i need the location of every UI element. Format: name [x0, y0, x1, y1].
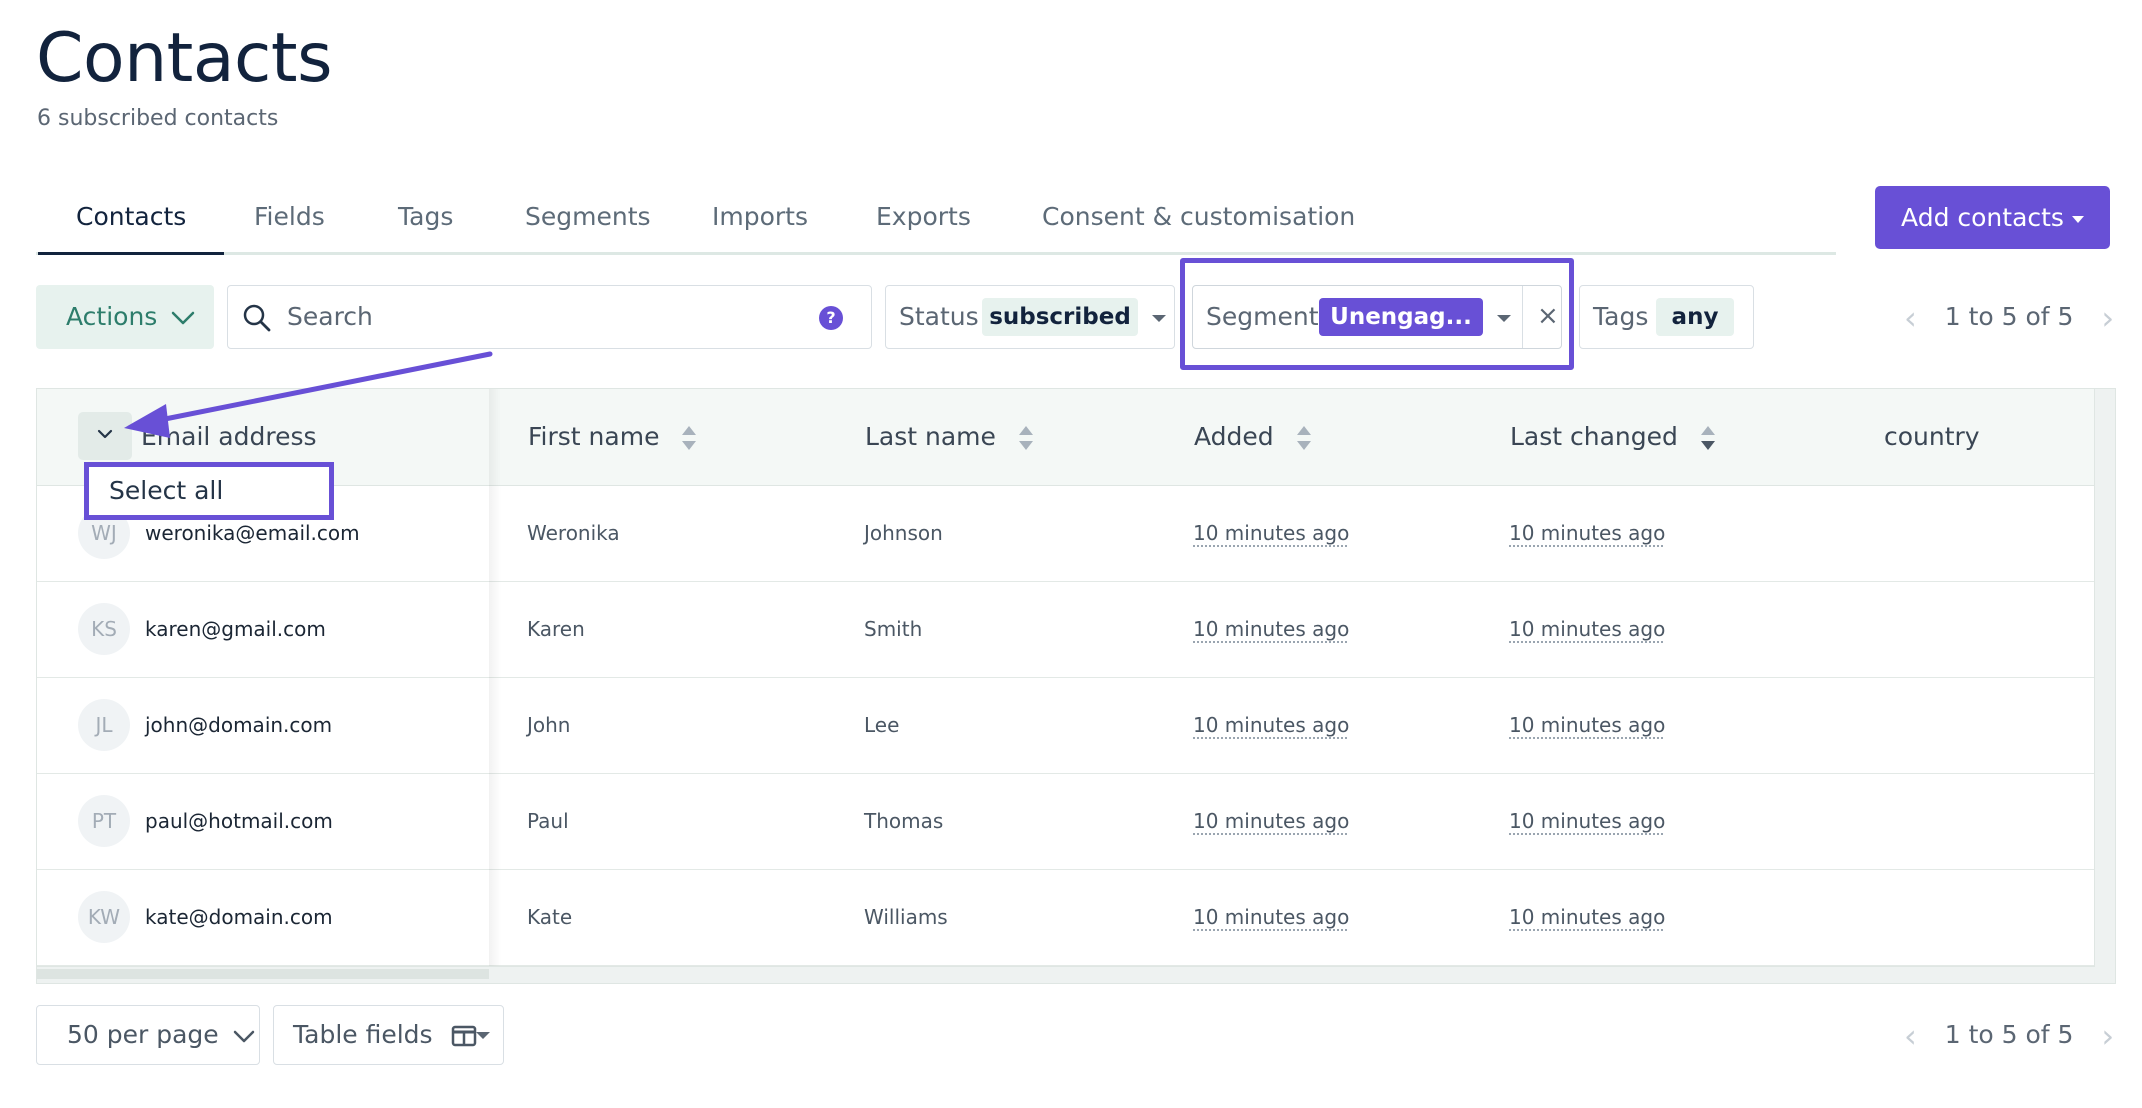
contact-added: 10 minutes ago	[1193, 521, 1350, 545]
contact-first-name: Paul	[527, 809, 569, 833]
column-first-name[interactable]: First name	[528, 389, 697, 485]
contact-last-name: Williams	[864, 905, 948, 929]
table-row[interactable]: KW kate@domain.com Kate Williams 10 minu…	[37, 869, 2095, 966]
contact-email[interactable]: karen@gmail.com	[145, 581, 326, 677]
add-contacts-button[interactable]: Add contacts	[1875, 186, 2110, 249]
tab-consent[interactable]: Consent & customisation	[1042, 186, 1355, 252]
tab-contacts[interactable]: Contacts	[37, 186, 225, 255]
contact-added: 10 minutes ago	[1193, 713, 1350, 737]
tab-tags[interactable]: Tags	[398, 186, 453, 252]
column-added-label: Added	[1194, 422, 1274, 451]
caret-down-icon	[2071, 215, 2084, 223]
contact-email[interactable]: paul@hotmail.com	[145, 773, 333, 869]
search-box[interactable]: Search ?	[227, 285, 872, 349]
contact-added: 10 minutes ago	[1193, 617, 1350, 641]
tab-bar: Contacts Fields Tags Segments Imports Ex…	[36, 186, 1836, 255]
contact-first-name: Kate	[527, 905, 573, 929]
column-last-changed-label: Last changed	[1510, 422, 1678, 451]
table-fields-label: Table fields	[293, 1020, 433, 1049]
chevron-down-icon	[172, 311, 195, 325]
help-icon[interactable]: ?	[819, 306, 843, 330]
search-input[interactable]: Search	[287, 286, 373, 348]
tab-fields[interactable]: Fields	[254, 186, 325, 252]
contact-last-name: Smith	[864, 617, 923, 641]
contact-email[interactable]: john@domain.com	[145, 677, 332, 773]
column-last-changed[interactable]: Last changed	[1510, 389, 1716, 485]
page-title: Contacts	[36, 19, 333, 98]
contact-last-name: Johnson	[864, 521, 943, 545]
sort-icon	[1700, 426, 1715, 450]
chevron-right-icon[interactable]: ›	[2101, 1006, 2114, 1066]
pagination-text: 1 to 5 of 5	[1944, 1020, 2074, 1049]
vertical-scrollbar[interactable]	[2094, 389, 2115, 983]
contacts-table: Email address First name Last name Added…	[36, 388, 2116, 984]
table-row[interactable]: KS karen@gmail.com Karen Smith 10 minute…	[37, 581, 2095, 678]
bottom-pagination: ‹ 1 to 5 of 5 ›	[1904, 1005, 2114, 1066]
avatar: PT	[78, 795, 130, 847]
add-contacts-label: Add contacts	[1901, 203, 2064, 232]
tab-exports[interactable]: Exports	[876, 186, 971, 252]
column-first-name-label: First name	[528, 422, 660, 451]
tags-filter-value: any	[1656, 298, 1734, 336]
top-pagination: ‹ 1 to 5 of 5 ›	[1904, 285, 2114, 350]
column-last-name-label: Last name	[865, 422, 996, 451]
contact-first-name: Karen	[527, 617, 585, 641]
contact-added: 10 minutes ago	[1193, 905, 1350, 929]
caret-down-icon	[476, 1032, 490, 1039]
select-all-option[interactable]: Select all	[84, 462, 334, 520]
contacts-page: Contacts 6 subscribed contacts Contacts …	[0, 0, 2142, 1108]
table-row[interactable]: PT paul@hotmail.com Paul Thomas 10 minut…	[37, 773, 2095, 870]
caret-down-icon	[1152, 315, 1166, 322]
contact-added: 10 minutes ago	[1193, 809, 1350, 833]
chevron-left-icon[interactable]: ‹	[1904, 1006, 1917, 1066]
sticky-column-shadow	[489, 389, 501, 983]
chevron-left-icon[interactable]: ‹	[1904, 286, 1917, 350]
contact-last-changed: 10 minutes ago	[1509, 905, 1666, 929]
actions-label: Actions	[66, 302, 158, 331]
contact-last-changed: 10 minutes ago	[1509, 713, 1666, 737]
contact-first-name: Weronika	[527, 521, 620, 545]
table-row[interactable]: JL john@domain.com John Lee 10 minutes a…	[37, 677, 2095, 774]
tab-imports[interactable]: Imports	[712, 186, 808, 252]
column-country[interactable]: country	[1884, 389, 1980, 485]
select-dropdown-button[interactable]	[78, 412, 132, 460]
tab-segments[interactable]: Segments	[525, 186, 651, 252]
segment-filter-highlight	[1180, 258, 1574, 370]
column-added[interactable]: Added	[1194, 389, 1312, 485]
contact-email[interactable]: kate@domain.com	[145, 869, 333, 965]
search-icon	[243, 304, 271, 332]
chevron-right-icon[interactable]: ›	[2101, 286, 2114, 350]
contact-last-name: Lee	[864, 713, 900, 737]
chevron-down-icon	[97, 429, 113, 439]
avatar: JL	[78, 699, 130, 751]
tags-filter[interactable]: Tags any	[1579, 285, 1754, 349]
contact-last-changed: 10 minutes ago	[1509, 809, 1666, 833]
sort-icon	[682, 426, 697, 450]
table-header: Email address First name Last name Added…	[37, 389, 2095, 486]
page-subtitle: 6 subscribed contacts	[37, 106, 279, 131]
contact-last-changed: 10 minutes ago	[1509, 521, 1666, 545]
column-last-name[interactable]: Last name	[865, 389, 1034, 485]
columns-icon	[451, 1025, 476, 1047]
per-page-select[interactable]: 50 per page	[36, 1005, 260, 1065]
contact-last-name: Thomas	[864, 809, 944, 833]
contact-last-changed: 10 minutes ago	[1509, 617, 1666, 641]
contact-first-name: John	[527, 713, 571, 737]
chevron-down-icon	[233, 1030, 254, 1042]
horizontal-scrollbar[interactable]	[37, 966, 2095, 983]
pagination-text: 1 to 5 of 5	[1944, 302, 2074, 331]
status-filter[interactable]: Status subscribed	[885, 285, 1175, 349]
table-fields-button[interactable]: Table fields	[273, 1005, 504, 1065]
sort-icon	[1018, 426, 1033, 450]
per-page-label: 50 per page	[67, 1020, 219, 1049]
tags-filter-label: Tags	[1593, 302, 1649, 331]
sort-icon	[1296, 426, 1311, 450]
scrollbar-thumb[interactable]	[37, 969, 489, 979]
table-row[interactable]: WJ weronika@email.com Weronika Johnson 1…	[37, 485, 2095, 582]
avatar: KS	[78, 603, 130, 655]
status-filter-value: subscribed	[982, 298, 1138, 336]
avatar: KW	[78, 891, 130, 943]
status-filter-label: Status	[899, 302, 979, 331]
actions-button[interactable]: Actions	[36, 285, 214, 349]
